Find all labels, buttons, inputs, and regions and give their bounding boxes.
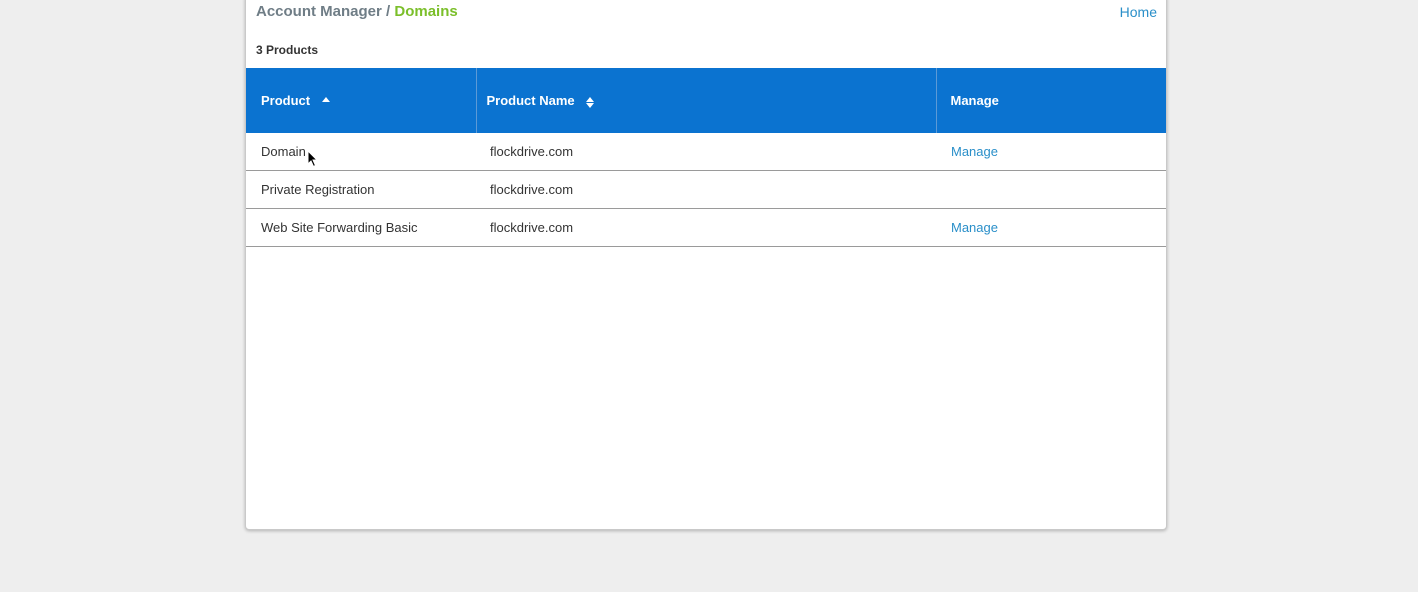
column-header-label: Product (261, 93, 311, 108)
manage-link[interactable]: Manage (951, 220, 998, 235)
product-name-cell: flockdrive.com (476, 170, 936, 209)
column-header-manage: Manage (935, 68, 1166, 133)
product-cell: Domain (246, 133, 476, 171)
panel-header: Account Manager / Domains Home (246, 0, 1166, 33)
breadcrumb-current: Domains (394, 3, 458, 20)
products-panel: Account Manager / Domains Home 3 Product… (245, 0, 1167, 530)
column-header-product-name[interactable]: Product Name (475, 68, 936, 133)
products-table: Product Product Name Manage Domain flock… (246, 68, 1166, 247)
product-cell: Private Registration (246, 170, 476, 209)
manage-cell: Manage (936, 208, 1166, 247)
column-header-product[interactable]: Product (246, 68, 476, 133)
manage-cell: Manage (936, 133, 1166, 171)
sort-both-icon[interactable] (586, 96, 595, 108)
table-row: Web Site Forwarding Basic flockdrive.com… (246, 208, 1166, 247)
breadcrumb: Account Manager / Domains (256, 3, 458, 20)
table-header-row: Product Product Name Manage (246, 68, 1166, 133)
manage-link[interactable]: Manage (951, 144, 998, 159)
home-link[interactable]: Home (1120, 4, 1157, 20)
mouse-cursor-icon (307, 150, 319, 168)
column-header-label: Manage (950, 93, 999, 108)
table-row: Domain flockdrive.com Manage (246, 133, 1166, 171)
product-name-cell: flockdrive.com (476, 133, 936, 171)
table-row: Private Registration flockdrive.com (246, 170, 1166, 209)
products-count: 3 Products (256, 43, 319, 57)
product-name-cell: flockdrive.com (476, 208, 936, 247)
product-cell: Web Site Forwarding Basic (246, 208, 476, 247)
column-header-label: Product Name (486, 93, 575, 108)
sort-ascending-icon[interactable] (321, 96, 330, 108)
breadcrumb-separator: / (386, 3, 391, 20)
breadcrumb-parent[interactable]: Account Manager (256, 3, 382, 20)
manage-cell (936, 170, 1166, 209)
